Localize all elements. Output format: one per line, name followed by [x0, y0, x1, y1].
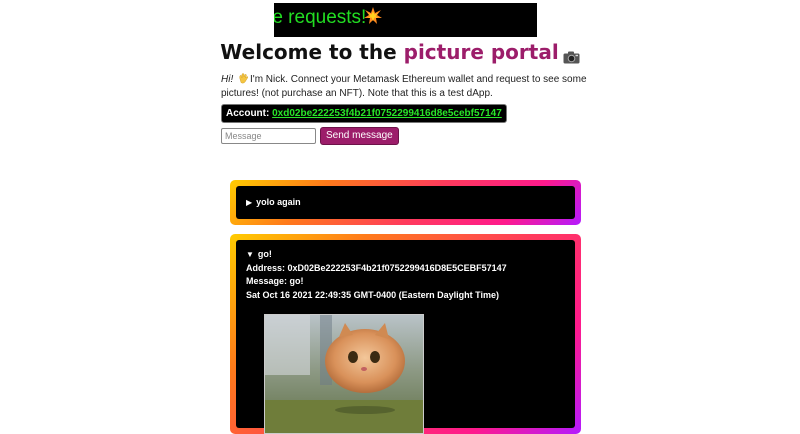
message-card-inner: ▶ yolo again: [236, 186, 575, 219]
account-box: Account: 0xd02be222253f4b21f0752299416d8…: [221, 104, 507, 123]
message-summary: yolo again: [256, 197, 301, 207]
camera-icon: [563, 45, 580, 64]
intro-body: I'm Nick. Connect your Metamask Ethereum…: [221, 74, 587, 99]
explosion-icon: [364, 7, 382, 25]
send-message-button[interactable]: Send message: [320, 127, 399, 145]
message-text: Message: go!: [246, 276, 304, 286]
message-address: Address: 0xD02Be222253F4b21f0752299416D8…: [246, 262, 507, 273]
triangle-right-icon: ▶: [246, 198, 253, 207]
triangle-down-icon: ▼: [246, 250, 254, 259]
message-card-inner: ▼ go! Address: 0xD02Be222253F4b21f0752299…: [236, 240, 575, 434]
message-summary-toggle[interactable]: ▼ go!: [246, 248, 565, 262]
marquee-banner: re requests!: [274, 3, 537, 37]
account-address-link[interactable]: 0xd02be222253f4b21f0752299416d8e5cebf571…: [272, 108, 502, 119]
account-label: Account:: [226, 108, 270, 119]
page-title-accent: picture portal: [403, 40, 559, 64]
page-title-prefix: Welcome to the: [220, 40, 404, 64]
intro-greeting: Hi!: [221, 74, 234, 85]
message-summary: go!: [257, 249, 272, 259]
cat-picture: [264, 314, 424, 434]
marquee-text: re requests!: [274, 7, 367, 28]
message-date: Sat Oct 16 2021 22:49:35 GMT-0400 (Easte…: [246, 289, 499, 300]
waving-hand-icon: [237, 72, 249, 84]
message-input[interactable]: [221, 128, 316, 144]
message-card-expanded: ▼ go! Address: 0xD02Be222253F4b21f0752299…: [230, 234, 581, 434]
page-title: Welcome to the picture portal: [0, 40, 800, 64]
message-card: ▶ yolo again: [230, 180, 581, 225]
message-summary-toggle[interactable]: ▶ yolo again: [246, 196, 565, 210]
intro-text: Hi! I'm Nick. Connect your Metamask Ethe…: [221, 72, 591, 101]
